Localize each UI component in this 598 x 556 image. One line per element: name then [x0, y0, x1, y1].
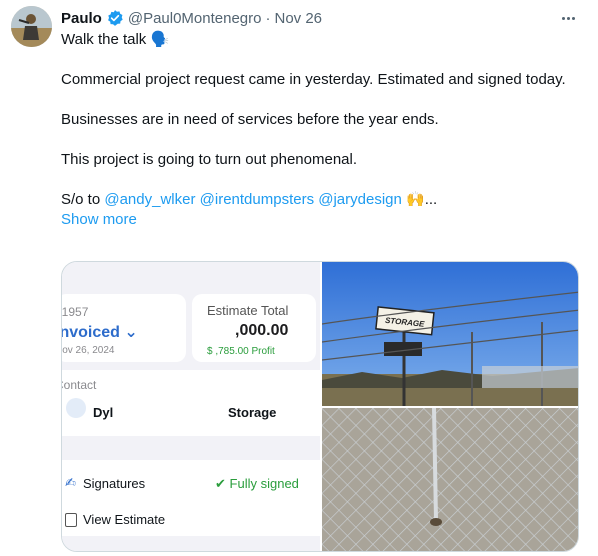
avatar[interactable] — [11, 6, 52, 47]
tweet-line: Businesses are in need of services befor… — [61, 111, 439, 128]
mention-link[interactable]: @irentdumpsters — [200, 191, 314, 208]
status-label: Invoiced — [62, 324, 120, 341]
tweet-text: Walk the talk 🗣️ Commercial project requ… — [61, 30, 581, 230]
shoutout-prefix: S/o to — [61, 191, 105, 208]
tweet-date[interactable]: Nov 26 — [275, 10, 323, 27]
author-handle[interactable]: @Paul0Montenegro — [128, 10, 262, 27]
contact-label: Contact — [62, 378, 97, 392]
signatures-status: ✔ Fully signed — [215, 476, 299, 492]
tweet-line: Commercial project request came in yeste… — [61, 71, 566, 88]
tweet-line: This project is going to turn out phenom… — [61, 151, 358, 168]
mention-link[interactable]: @andy_wlker — [104, 191, 195, 208]
contact-card — [62, 370, 320, 436]
tweet-line: S/o to @andy_wlker @irentdumpsters @jary… — [61, 190, 581, 210]
document-icon — [65, 513, 77, 527]
header-separator: · — [265, 9, 271, 27]
estimate-screenshot[interactable]: #1957 Invoiced ⌄ Nov 26, 2024 Estimate T… — [62, 262, 320, 551]
signatures-label[interactable]: Signatures — [83, 476, 145, 491]
contact-company: Storage — [228, 405, 277, 420]
estimate-total-label: Estimate Total — [207, 303, 289, 318]
author-name[interactable]: Paulo — [61, 10, 102, 27]
mention-link[interactable]: @jarydesign — [318, 191, 402, 208]
checkmark-circle-icon: ✔ — [215, 476, 226, 491]
view-estimate-label[interactable]: View Estimate — [83, 512, 165, 527]
signature-icon: ✍ — [65, 475, 76, 490]
tweet-line: Walk the talk 🗣️ — [61, 31, 170, 48]
estimate-status: Invoiced ⌄ — [62, 322, 138, 342]
show-more-link[interactable]: Show more — [61, 210, 581, 230]
estimate-total-value: ,000.00 — [235, 322, 289, 339]
signatures-status-text: Fully signed — [229, 476, 299, 491]
tweet-header: Paulo @Paul0Montenegro · Nov 26 — [61, 8, 322, 28]
profit-label: $ ,785.00 Profit — [207, 346, 275, 357]
media-grid[interactable]: #1957 Invoiced ⌄ Nov 26, 2024 Estimate T… — [61, 261, 579, 552]
contact-name[interactable]: Dyl — [93, 405, 113, 420]
avatar-photo — [11, 6, 52, 47]
photo-chain-link-fence[interactable] — [322, 408, 578, 551]
more-dots-icon[interactable] — [558, 10, 578, 26]
estimate-number: #1957 — [62, 305, 89, 319]
person-icon — [66, 398, 86, 418]
shoutout-suffix: 🙌... — [401, 191, 438, 208]
verified-badge-icon — [106, 9, 124, 27]
chevron-down-icon: ⌄ — [124, 324, 138, 341]
photo-storage-sign[interactable]: STORAGE — [322, 262, 578, 406]
estimate-date: Nov 26, 2024 — [62, 345, 115, 356]
